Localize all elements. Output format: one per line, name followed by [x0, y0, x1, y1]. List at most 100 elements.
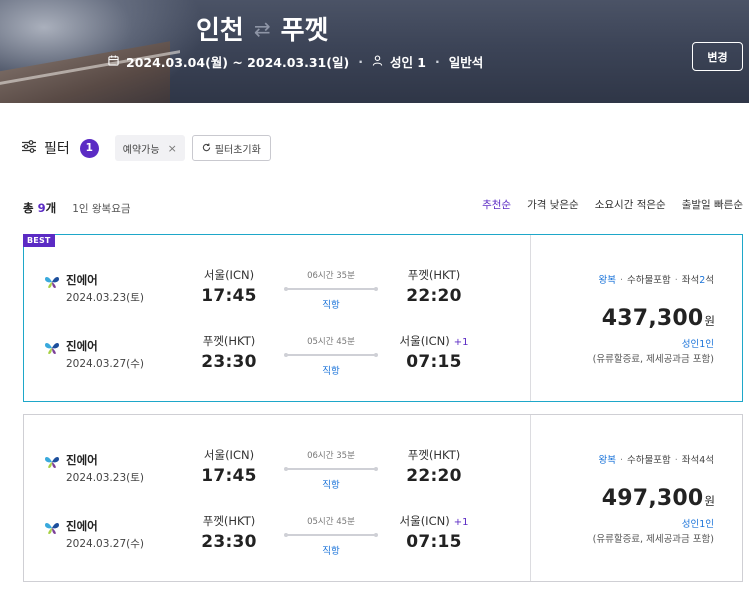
- passenger-count: 성인 1: [389, 55, 426, 70]
- airline-name: 진에어: [66, 453, 98, 467]
- flight-result-card[interactable]: BEST 진에어 2024.03.23(토) 서울(ICN) 17:45 06시…: [23, 234, 743, 402]
- next-day-indicator: +1: [453, 517, 469, 528]
- departure-time: 23:30: [201, 352, 257, 372]
- arrival-city: 서울(ICN) +1: [399, 514, 469, 528]
- calendar-icon: [108, 54, 119, 69]
- filter-label: 필터: [44, 141, 70, 157]
- airline-name: 진에어: [66, 339, 98, 353]
- separator-dot: ·: [435, 54, 440, 69]
- filter-sliders-icon: [22, 139, 36, 157]
- arrival-time: 07:15: [406, 352, 462, 372]
- flight-date: 2024.03.23(토): [66, 472, 144, 484]
- flight-type: 직항: [322, 480, 340, 491]
- search-summary-header: 인천 ⇄ 푸껫 2024.03.04(월) ~ 2024.03.31(일) · …: [0, 0, 749, 103]
- outbound-leg: 진에어 2024.03.23(토) 서울(ICN) 17:45 06시간 35분…: [24, 267, 530, 323]
- route-line: [282, 350, 380, 360]
- arrival: 서울(ICN) +1 07:15: [394, 513, 474, 552]
- outbound-leg: 진에어 2024.03.23(토) 서울(ICN) 17:45 06시간 35분…: [24, 447, 530, 503]
- departure-city: 서울(ICN): [203, 268, 255, 282]
- fare-basis-label: 1인 왕복요금: [72, 203, 131, 215]
- departure-city: 푸껫(HKT): [202, 514, 256, 528]
- route-title: 인천 ⇄ 푸껫: [196, 10, 328, 47]
- flight-path: 06시간 35분 직항: [282, 449, 380, 491]
- change-search-button[interactable]: 변경: [692, 42, 743, 71]
- reset-filters-button[interactable]: 필터초기화: [191, 135, 271, 161]
- results-summary: 총 9개 1인 왕복요금: [23, 200, 131, 216]
- trip-meta: 2024.03.04(월) ~ 2024.03.31(일) · 성인 1 · 일…: [108, 52, 483, 71]
- seats-tag: 좌석2석: [681, 275, 714, 286]
- arrival-time: 07:15: [406, 532, 462, 552]
- results-count: 9: [37, 201, 46, 215]
- price-includes-note: (유류할증료, 제세공과금 포함): [592, 534, 714, 545]
- departure-city: 서울(ICN): [203, 448, 255, 462]
- flight-result-card[interactable]: 진에어 2024.03.23(토) 서울(ICN) 17:45 06시간 35분…: [23, 414, 743, 582]
- flight-type: 직항: [322, 300, 340, 311]
- flight-date: 2024.03.27(수): [66, 538, 144, 550]
- seats-tag: 좌석4석: [681, 455, 714, 466]
- departure-city: 푸껫(HKT): [202, 334, 256, 348]
- price-amount: 497,300: [601, 486, 704, 511]
- reset-label: 필터초기화: [214, 144, 261, 156]
- person-icon: [372, 54, 383, 69]
- price-panel: 왕복 · 수하물포함 · 좌석4석 497,300원 성인1인 (유류할증료, 제세공과…: [531, 415, 742, 581]
- filter-count-badge: 1: [79, 138, 99, 158]
- arrival: 푸껫(HKT) 22:20: [394, 267, 474, 306]
- price-panel: 왕복 · 수하물포함 · 좌석2석 437,300원 성인1인 (유류할증료, 제세공과…: [531, 235, 742, 401]
- origin-city: 인천: [196, 16, 244, 46]
- filter-chip-available: 예약가능 ×: [114, 135, 185, 161]
- destination-city: 푸껫: [280, 16, 329, 46]
- chip-label: 예약가능: [122, 144, 160, 156]
- flight-date: 2024.03.27(수): [66, 358, 144, 370]
- arrival: 서울(ICN) +1 07:15: [394, 333, 474, 372]
- sort-price-low[interactable]: 가격 낮은순: [527, 197, 579, 212]
- cabin-class: 일반석: [448, 55, 484, 70]
- sort-duration-short[interactable]: 소요시간 적은순: [595, 197, 666, 212]
- jinair-logo-icon: [45, 343, 59, 354]
- price-currency: 원: [704, 314, 715, 328]
- jinair-logo-icon: [45, 523, 59, 534]
- close-icon[interactable]: ×: [168, 142, 177, 155]
- baggage-tag: 수하물포함: [626, 275, 671, 286]
- trip-type-tag: 왕복: [598, 275, 616, 286]
- airline-name: 진에어: [66, 273, 98, 287]
- departure: 푸껫(HKT) 23:30: [189, 513, 269, 552]
- separator-dot: ·: [358, 54, 363, 69]
- flight-type: 직항: [322, 546, 340, 557]
- filter-toggle[interactable]: 필터 1: [22, 138, 99, 158]
- flight-duration: 05시간 45분: [307, 517, 355, 527]
- departure-time: 17:45: [201, 466, 257, 486]
- swap-icon: ⇄: [253, 16, 271, 41]
- fare-price: 497,300원: [602, 486, 715, 511]
- next-day-indicator: +1: [453, 337, 469, 348]
- sort-departure-early[interactable]: 출발일 빠른순: [682, 197, 743, 212]
- best-badge: BEST: [23, 234, 55, 247]
- airline-name: 진에어: [66, 519, 98, 533]
- refresh-icon: [202, 142, 211, 155]
- departure: 서울(ICN) 17:45: [189, 267, 269, 306]
- flight-path: 05시간 45분 직항: [282, 515, 380, 557]
- flight-duration: 06시간 35분: [307, 451, 355, 461]
- arrival-city: 서울(ICN) +1: [399, 334, 469, 348]
- jinair-logo-icon: [45, 277, 59, 288]
- price-currency: 원: [704, 494, 715, 508]
- flight-type: 직항: [322, 366, 340, 377]
- departure: 서울(ICN) 17:45: [189, 447, 269, 486]
- sort-recommended[interactable]: 추천순: [482, 197, 511, 212]
- arrival-time: 22:20: [406, 466, 462, 486]
- filter-bar: 필터 1 예약가능 × 필터초기화: [22, 135, 271, 161]
- arrival-city: 푸껫(HKT): [407, 268, 461, 282]
- flight-path: 05시간 45분 직항: [282, 335, 380, 377]
- flight-date: 2024.03.23(토): [66, 292, 144, 304]
- arrival-city: 푸껫(HKT): [407, 448, 461, 462]
- return-leg: 진에어 2024.03.27(수) 푸껫(HKT) 23:30 05시간 45분…: [24, 333, 530, 389]
- trip-type-tag: 왕복: [598, 455, 616, 466]
- passenger-basis: 성인1인: [681, 339, 714, 350]
- price-amount: 437,300: [601, 306, 704, 331]
- departure-time: 17:45: [201, 286, 257, 306]
- route-line: [282, 464, 380, 474]
- baggage-tag: 수하물포함: [626, 455, 671, 466]
- departure-time: 23:30: [201, 532, 257, 552]
- departure: 푸껫(HKT) 23:30: [189, 333, 269, 372]
- fare-tags: 왕복 · 수하물포함 · 좌석2석: [598, 275, 714, 286]
- route-line: [282, 530, 380, 540]
